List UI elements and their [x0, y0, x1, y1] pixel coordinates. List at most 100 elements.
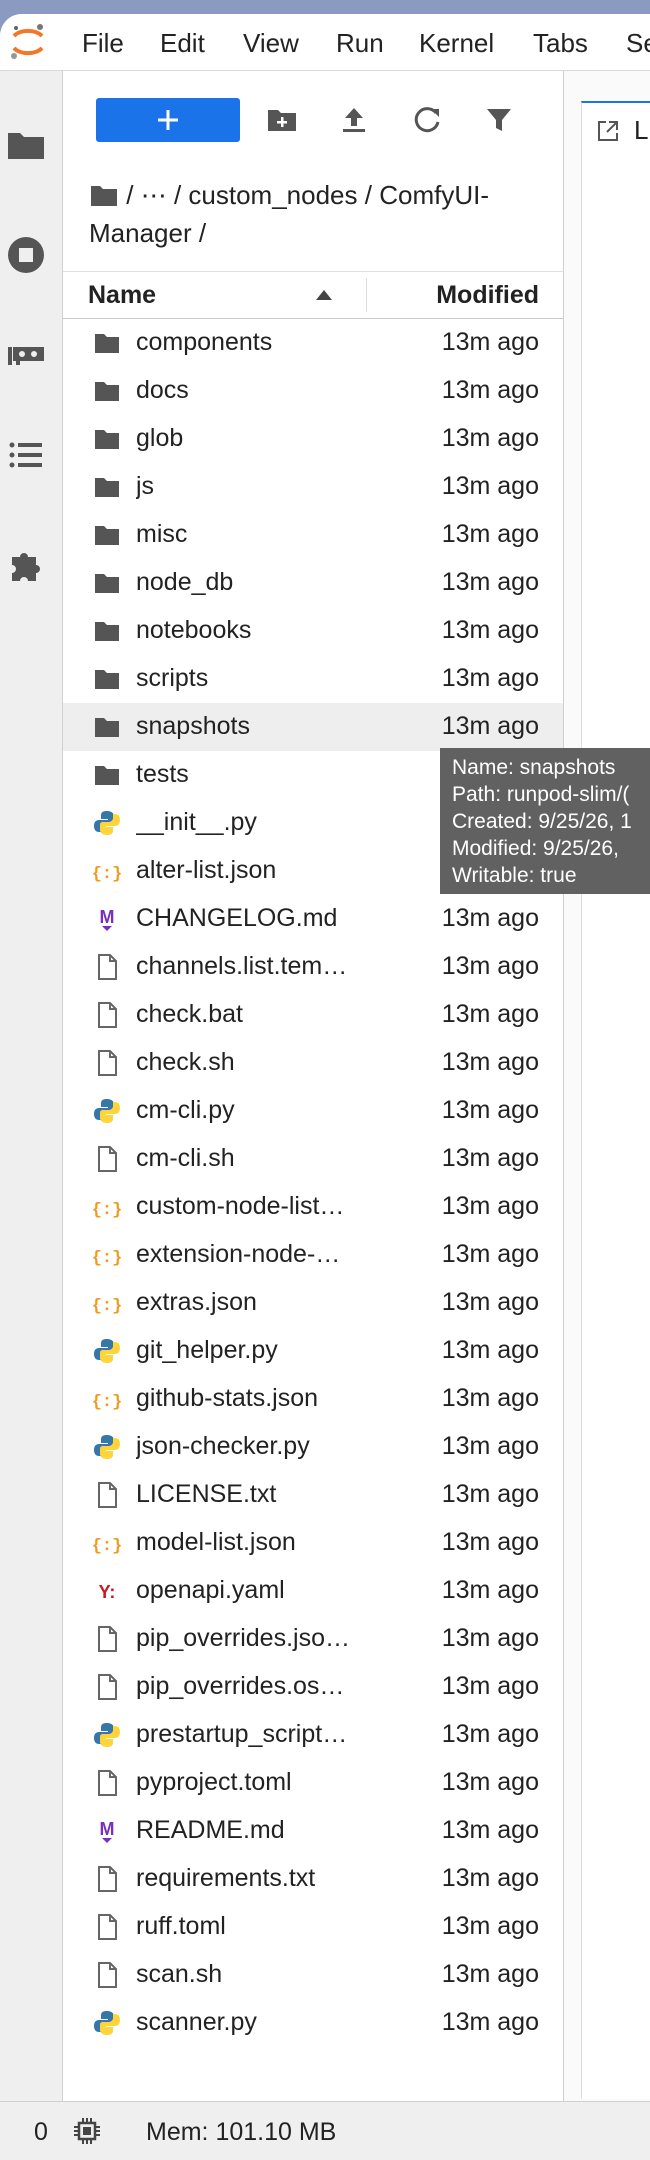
home-folder-icon[interactable]: [89, 182, 119, 208]
file-modified: 13m ago: [441, 712, 539, 740]
svg-text:{:}: {:}: [93, 1393, 121, 1412]
breadcrumb: / ⋯ / custom_nodes / ComfyUI-Manager /: [89, 176, 549, 252]
main-dock-area: L: [564, 71, 650, 2101]
file-row[interactable]: notebooks 13m ago: [63, 607, 563, 655]
file-name: docs: [136, 376, 189, 404]
file-name: github-stats.json: [136, 1384, 319, 1412]
running-terminals-icon[interactable]: [4, 233, 48, 277]
menu-view[interactable]: View: [243, 28, 299, 59]
filter-icon[interactable]: [479, 100, 519, 140]
name-column-header[interactable]: Name: [88, 281, 156, 310]
jupyter-logo-icon[interactable]: [8, 22, 48, 62]
menu-kernel[interactable]: Kernel: [419, 28, 494, 59]
folder-icon: [95, 430, 119, 449]
file-row[interactable]: scripts 13m ago: [63, 655, 563, 703]
file-row[interactable]: node_db 13m ago: [63, 559, 563, 607]
file-name: model-list.json: [136, 1528, 296, 1556]
file-row[interactable]: pip_overrides.os… 13m ago: [63, 1663, 563, 1711]
file-row[interactable]: LICENSE.txt 13m ago: [63, 1471, 563, 1519]
launcher-tab-label: L: [634, 115, 649, 145]
menu-tabs[interactable]: Tabs: [533, 28, 588, 59]
file-modified: 13m ago: [441, 328, 539, 356]
file-row[interactable]: check.sh 13m ago: [63, 1039, 563, 1087]
file-modified: 13m ago: [441, 1816, 539, 1844]
svg-text:{:}: {:}: [93, 865, 121, 884]
file-row[interactable]: M CHANGELOG.md 13m ago: [63, 895, 563, 943]
file-row[interactable]: {:} model-list.json 13m ago: [63, 1519, 563, 1567]
column-resize-handle[interactable]: [366, 278, 367, 312]
file-row[interactable]: git_helper.py 13m ago: [63, 1327, 563, 1375]
file-modified: 13m ago: [441, 568, 539, 596]
file-row[interactable]: cm-cli.sh 13m ago: [63, 1135, 563, 1183]
file-row[interactable]: requirements.txt 13m ago: [63, 1855, 563, 1903]
file-row[interactable]: ruff.toml 13m ago: [63, 1903, 563, 1951]
file-row[interactable]: json-checker.py 13m ago: [63, 1423, 563, 1471]
file-modified: 13m ago: [441, 1240, 539, 1268]
file-row[interactable]: glob 13m ago: [63, 415, 563, 463]
svg-text:{:}: {:}: [93, 1537, 121, 1556]
file-modified: 13m ago: [441, 1960, 539, 1988]
breadcrumb-separator: /: [364, 180, 372, 210]
launcher-tab[interactable]: L: [581, 101, 650, 159]
file-row[interactable]: scan.sh 13m ago: [63, 1951, 563, 1999]
file-row[interactable]: channels.list.tem… 13m ago: [63, 943, 563, 991]
tooltip-path: Path: runpod-slim/(: [452, 783, 630, 806]
file-row[interactable]: {:} custom-node-list… 13m ago: [63, 1183, 563, 1231]
file-row[interactable]: js 13m ago: [63, 463, 563, 511]
file-row[interactable]: cm-cli.py 13m ago: [63, 1087, 563, 1135]
file-row[interactable]: misc 13m ago: [63, 511, 563, 559]
svg-text:M: M: [100, 907, 115, 927]
file-row[interactable]: check.bat 13m ago: [63, 991, 563, 1039]
python-icon: [94, 811, 120, 835]
kernel-chip-icon[interactable]: [72, 2116, 102, 2146]
file-name: pyproject.toml: [136, 1768, 292, 1796]
file-browser-panel: / ⋯ / custom_nodes / ComfyUI-Manager / N…: [63, 71, 564, 2101]
gpu-icon[interactable]: [4, 333, 48, 377]
breadcrumb-custom-nodes[interactable]: custom_nodes: [188, 180, 357, 210]
file-row[interactable]: prestartup_script… 13m ago: [63, 1711, 563, 1759]
file-row[interactable]: Y: openapi.yaml 13m ago: [63, 1567, 563, 1615]
table-of-contents-icon[interactable]: [4, 433, 48, 477]
file-row[interactable]: components 13m ago: [63, 319, 563, 367]
file-row[interactable]: {:} extension-node-… 13m ago: [63, 1231, 563, 1279]
json-icon: {:}: [93, 1393, 121, 1412]
file-row[interactable]: {:} extras.json 13m ago: [63, 1279, 563, 1327]
menu-settings[interactable]: Se: [626, 28, 650, 59]
file-row[interactable]: scanner.py 13m ago: [63, 1999, 563, 2047]
file-icon: [98, 1866, 117, 1892]
modified-column-header[interactable]: Modified: [436, 281, 539, 310]
breadcrumb-ellipsis[interactable]: ⋯: [141, 180, 167, 210]
upload-icon[interactable]: [334, 100, 374, 140]
file-row[interactable]: snapshots 13m ago: [63, 703, 563, 751]
file-icon: [98, 1482, 117, 1508]
markdown-icon: M: [100, 1819, 115, 1843]
file-name: cm-cli.sh: [136, 1144, 235, 1172]
file-row[interactable]: docs 13m ago: [63, 367, 563, 415]
file-modified: 13m ago: [441, 2008, 539, 2036]
svg-text:Y:: Y:: [99, 1582, 116, 1602]
svg-text:{:}: {:}: [93, 1249, 121, 1268]
file-row[interactable]: {:} github-stats.json 13m ago: [63, 1375, 563, 1423]
json-icon: {:}: [93, 1201, 121, 1220]
file-name: README.md: [136, 1816, 285, 1844]
file-row[interactable]: M README.md 13m ago: [63, 1807, 563, 1855]
terminal-count[interactable]: 0: [34, 2118, 48, 2147]
new-folder-icon[interactable]: [262, 100, 302, 140]
file-row[interactable]: pip_overrides.jso… 13m ago: [63, 1615, 563, 1663]
menu-run[interactable]: Run: [336, 28, 384, 59]
new-launcher-button[interactable]: [96, 98, 240, 142]
refresh-icon[interactable]: [407, 100, 447, 140]
file-icon: [98, 1002, 117, 1028]
file-icon: [98, 1146, 117, 1172]
tooltip-modified: Modified: 9/25/26,: [452, 837, 619, 860]
python-icon: [94, 2011, 120, 2035]
menu-edit[interactable]: Edit: [160, 28, 205, 59]
file-name: snapshots: [136, 712, 250, 740]
file-modified: 13m ago: [441, 1768, 539, 1796]
folder-icon[interactable]: [4, 123, 48, 167]
sort-ascending-icon[interactable]: [316, 290, 332, 300]
file-row[interactable]: pyproject.toml 13m ago: [63, 1759, 563, 1807]
extensions-puzzle-icon[interactable]: [4, 543, 48, 587]
python-icon: [94, 1723, 120, 1747]
menu-file[interactable]: File: [82, 28, 124, 59]
